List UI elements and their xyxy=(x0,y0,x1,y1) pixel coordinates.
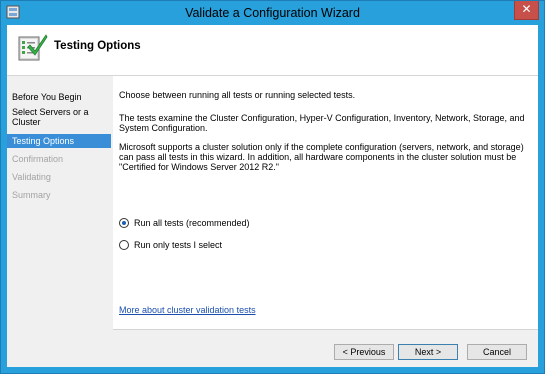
nav-step-summary: Summary xyxy=(12,190,51,200)
title-bar[interactable]: Validate a Configuration Wizard ✕ xyxy=(1,1,544,25)
cancel-button[interactable]: Cancel xyxy=(467,344,527,360)
option-label[interactable]: Run only tests I select xyxy=(134,240,222,250)
close-button[interactable]: ✕ xyxy=(514,1,539,20)
support-note-text: Microsoft supports a cluster solution on… xyxy=(119,142,524,172)
validation-tests-help-link[interactable]: More about cluster validation tests xyxy=(119,305,256,315)
next-button[interactable]: Next > xyxy=(398,344,458,360)
radio-run-selected-tests[interactable] xyxy=(119,240,129,250)
step-navigation: Before You Begin Select Servers or a Clu… xyxy=(7,76,111,367)
nav-step-select-servers[interactable]: Select Servers or a Cluster xyxy=(7,107,111,127)
radio-run-all-tests[interactable] xyxy=(119,218,129,228)
nav-step-validating: Validating xyxy=(12,172,51,182)
nav-step-before-you-begin[interactable]: Before You Begin xyxy=(7,92,111,102)
close-icon: ✕ xyxy=(521,2,532,16)
description-text: The tests examine the Cluster Configurat… xyxy=(119,113,525,133)
previous-button[interactable]: < Previous xyxy=(334,344,394,360)
window-title: Validate a Configuration Wizard xyxy=(185,6,360,20)
wizard-body: Before You Begin Select Servers or a Clu… xyxy=(7,76,538,367)
nav-step-testing-options[interactable]: Testing Options xyxy=(7,134,111,148)
option-label[interactable]: Run all tests (recommended) xyxy=(134,218,250,228)
page-title: Testing Options xyxy=(54,40,141,52)
button-bar: < Previous Next > Cancel xyxy=(113,329,538,368)
content-panel: Choose between running all tests or runn… xyxy=(113,76,538,329)
wizard-header: Testing Options xyxy=(7,25,538,76)
intro-text: Choose between running all tests or runn… xyxy=(119,90,356,100)
nav-step-confirmation: Confirmation xyxy=(12,154,64,164)
wizard-checklist-icon xyxy=(18,34,48,61)
wizard-window: Validate a Configuration Wizard ✕ Testin… xyxy=(0,0,545,374)
